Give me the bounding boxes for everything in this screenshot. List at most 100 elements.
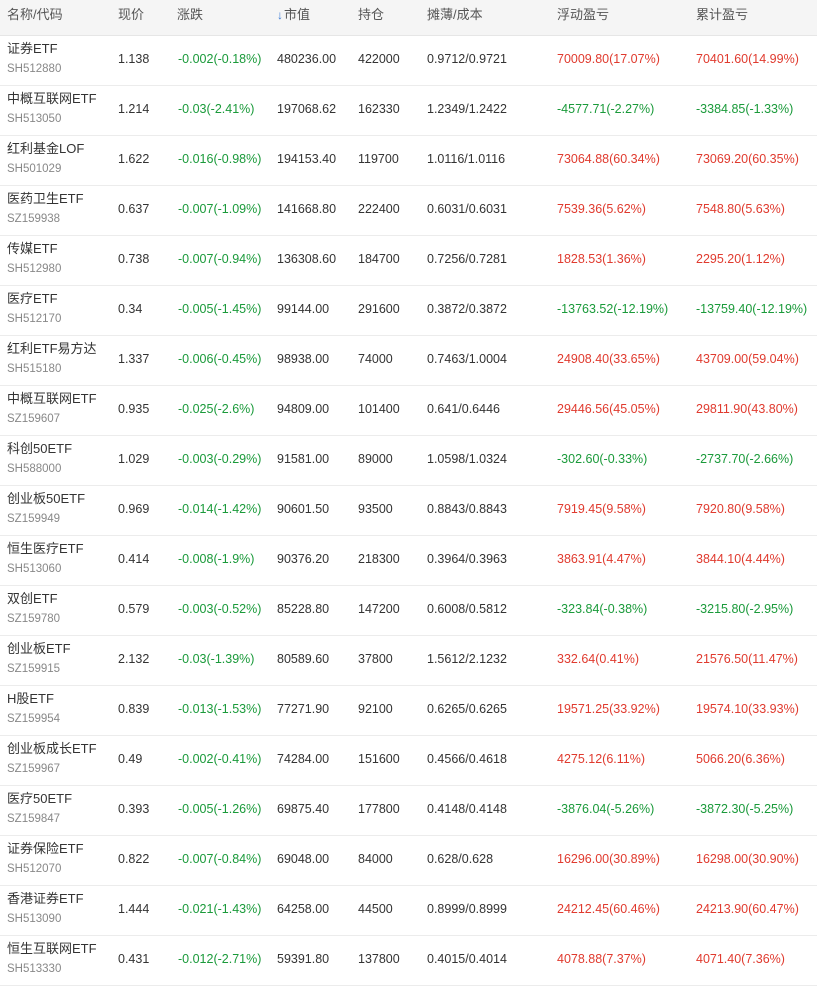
fund-name-code[interactable]: 红利ETF易方达 SH515180 — [7, 340, 97, 378]
fund-name[interactable]: 证券ETF — [7, 40, 61, 58]
fund-name-code[interactable]: 医疗ETF SH512170 — [7, 290, 61, 328]
fund-name-code[interactable]: H股ETF SZ159954 — [7, 690, 60, 728]
table-row[interactable]: 中概互联网ETF SZ159607 0.935 -0.025(-2.6%) 94809.… — [0, 386, 817, 436]
fund-name-code[interactable]: 证券ETF SH512880 — [7, 40, 61, 78]
table-row[interactable]: H股ETF SZ159954 0.839 -0.013(-1.53%) 77271.90… — [0, 686, 817, 736]
float-pl-cell: 70009.80(17.07%) — [557, 52, 660, 66]
fund-name-code[interactable]: 创业板50ETF SZ159949 — [7, 490, 85, 528]
table-row[interactable]: 证券ETF SH512880 1.138 -0.002(-0.18%) 480236.0… — [0, 36, 817, 86]
fund-name-code[interactable]: 创业板ETF SZ159915 — [7, 640, 71, 678]
price-cell: 1.444 — [118, 902, 150, 916]
fund-name-code[interactable]: 恒生医疗ETF SH513060 — [7, 540, 84, 578]
fund-name-code[interactable]: 中概互联网ETF SZ159607 — [7, 390, 97, 428]
fund-name[interactable]: 证券保险ETF — [7, 840, 84, 858]
fund-code: SZ159967 — [7, 763, 61, 775]
fund-name-code[interactable]: 科创50ETF SH588000 — [7, 440, 72, 478]
cum-pl-cell: 7548.80(5.63%) — [696, 202, 785, 216]
fund-name[interactable]: 红利ETF易方达 — [7, 340, 97, 358]
fund-name-code[interactable]: 医药卫生ETF SZ159938 — [7, 190, 84, 228]
cum-pl-cell: 5066.20(6.36%) — [696, 752, 785, 766]
sort-desc-arrow-icon: ↓ — [277, 8, 283, 22]
table-row[interactable]: 证券保险ETF SH512070 0.822 -0.007(-0.84%) 69048.… — [0, 836, 817, 886]
table-row[interactable]: 医药卫生ETF SZ159938 0.637 -0.007(-1.09%) 141668… — [0, 186, 817, 236]
header-holding[interactable]: 持仓 — [358, 0, 384, 30]
fund-name-code[interactable]: 恒生互联网ETF SH513330 — [7, 940, 97, 978]
fund-name[interactable]: 恒生医疗ETF — [7, 540, 84, 558]
cost-cell: 0.4566/0.4618 — [427, 752, 507, 766]
header-name-code[interactable]: 名称/代码 — [7, 0, 63, 30]
table-row[interactable]: 中概互联网ETF SH513050 1.214 -0.03(-2.41%) 197068… — [0, 86, 817, 136]
fund-name[interactable]: 创业板成长ETF — [7, 740, 97, 758]
table-row[interactable]: 医疗50ETF SZ159847 0.393 -0.005(-1.26%) 69875.… — [0, 786, 817, 836]
fund-code: SH512980 — [7, 263, 62, 275]
table-row[interactable]: 创业板50ETF SZ159949 0.969 -0.014(-1.42%) 90601… — [0, 486, 817, 536]
price-cell: 2.132 — [118, 652, 150, 666]
fund-name[interactable]: 传媒ETF — [7, 240, 61, 258]
cost-cell: 0.8999/0.8999 — [427, 902, 507, 916]
header-price[interactable]: 现价 — [118, 0, 144, 30]
cum-pl-cell: 3844.10(4.44%) — [696, 552, 785, 566]
market-value-cell: 90376.20 — [277, 552, 330, 566]
float-pl-cell: 4078.88(7.37%) — [557, 952, 646, 966]
table-row[interactable]: 创业板ETF SZ159915 2.132 -0.03(-1.39%) 80589.60… — [0, 636, 817, 686]
change-cell: -0.007(-0.94%) — [178, 252, 262, 266]
fund-name-code[interactable]: 中概互联网ETF SH513050 — [7, 90, 97, 128]
cost-cell: 0.641/0.6446 — [427, 402, 500, 416]
float-pl-cell: 19571.25(33.92%) — [557, 702, 660, 716]
header-change[interactable]: 涨跌 — [177, 0, 203, 30]
table-row[interactable]: 红利基金LOF SH501029 1.622 -0.016(-0.98%) 194153… — [0, 136, 817, 186]
float-pl-cell: 73064.88(60.34%) — [557, 152, 660, 166]
fund-code: SZ159954 — [7, 713, 61, 725]
fund-name[interactable]: 中概互联网ETF — [7, 90, 97, 108]
fund-name-code[interactable]: 证券保险ETF SH512070 — [7, 840, 84, 878]
fund-name[interactable]: 创业板ETF — [7, 640, 71, 658]
header-cum-pl[interactable]: 累计盈亏 — [696, 0, 748, 30]
table-row[interactable]: 医疗ETF SH512170 0.34 -0.005(-1.45%) 99144.00 2… — [0, 286, 817, 336]
fund-name[interactable]: 中概互联网ETF — [7, 390, 97, 408]
table-row[interactable]: 恒生医疗ETF SH513060 0.414 -0.008(-1.9%) 90376.2… — [0, 536, 817, 586]
fund-name[interactable]: 香港证券ETF — [7, 890, 84, 908]
fund-name[interactable]: 医疗ETF — [7, 290, 61, 308]
fund-name-code[interactable]: 香港证券ETF SH513090 — [7, 890, 84, 928]
market-value-cell: 141668.80 — [277, 202, 337, 216]
change-cell: -0.021(-1.43%) — [178, 902, 262, 916]
fund-name[interactable]: 科创50ETF — [7, 440, 72, 458]
change-cell: -0.012(-2.71%) — [178, 952, 262, 966]
change-cell: -0.014(-1.42%) — [178, 502, 262, 516]
table-row[interactable]: 双创ETF SZ159780 0.579 -0.003(-0.52%) 85228.80… — [0, 586, 817, 636]
price-cell: 0.822 — [118, 852, 150, 866]
cum-pl-cell: 16298.00(30.90%) — [696, 852, 799, 866]
fund-name[interactable]: 医药卫生ETF — [7, 190, 84, 208]
fund-name[interactable]: 恒生互联网ETF — [7, 940, 97, 958]
table-row[interactable]: 红利ETF易方达 SH515180 1.337 -0.006(-0.45%) 98938… — [0, 336, 817, 386]
fund-name[interactable]: 创业板50ETF — [7, 490, 85, 508]
fund-name-code[interactable]: 创业板成长ETF SZ159967 — [7, 740, 97, 778]
fund-name-code[interactable]: 传媒ETF SH512980 — [7, 240, 61, 278]
table-row[interactable]: 科创50ETF SH588000 1.029 -0.003(-0.29%) 91581.… — [0, 436, 817, 486]
cost-cell: 1.5612/2.1232 — [427, 652, 507, 666]
table-header: 名称/代码 现价 涨跌 ↓市值 持仓 摊薄/成本 浮动盈亏 累计盈亏 — [0, 0, 817, 36]
fund-name-code[interactable]: 双创ETF SZ159780 — [7, 590, 60, 628]
change-cell: -0.003(-0.29%) — [178, 452, 262, 466]
cum-pl-cell: 21576.50(11.47%) — [696, 652, 798, 666]
market-value-cell: 94809.00 — [277, 402, 330, 416]
fund-name[interactable]: 医疗50ETF — [7, 790, 72, 808]
table-row[interactable]: 创业板成长ETF SZ159967 0.49 -0.002(-0.41%) 74284.… — [0, 736, 817, 786]
header-market-value[interactable]: ↓市值 — [277, 0, 310, 30]
market-value-cell: 59391.80 — [277, 952, 330, 966]
price-cell: 0.839 — [118, 702, 150, 716]
fund-name[interactable]: 双创ETF — [7, 590, 60, 608]
table-row[interactable]: 传媒ETF SH512980 0.738 -0.007(-0.94%) 136308.6… — [0, 236, 817, 286]
price-cell: 0.49 — [118, 752, 143, 766]
fund-name[interactable]: H股ETF — [7, 690, 60, 708]
header-cost[interactable]: 摊薄/成本 — [427, 0, 483, 30]
fund-name-code[interactable]: 医疗50ETF SZ159847 — [7, 790, 72, 828]
header-float-pl[interactable]: 浮动盈亏 — [557, 0, 609, 30]
table-row[interactable]: 恒生互联网ETF SH513330 0.431 -0.012(-2.71%) 59391… — [0, 936, 817, 986]
cost-cell: 0.4148/0.4148 — [427, 802, 507, 816]
fund-name-code[interactable]: 红利基金LOF SH501029 — [7, 140, 84, 178]
fund-name[interactable]: 红利基金LOF — [7, 140, 84, 158]
table-row[interactable]: 香港证券ETF SH513090 1.444 -0.021(-1.43%) 64258.… — [0, 886, 817, 936]
price-cell: 0.393 — [118, 802, 150, 816]
fund-code: SH512170 — [7, 313, 62, 325]
